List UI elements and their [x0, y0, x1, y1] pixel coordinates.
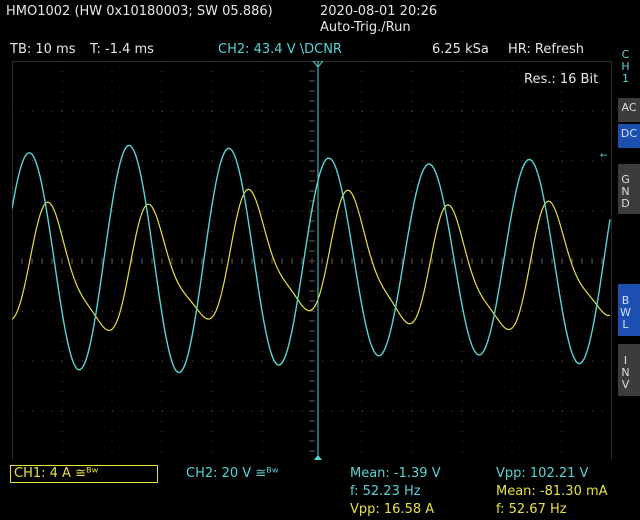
device-info: HMO1002 (HW 0x10180003; SW 05.886) [6, 4, 273, 19]
timebase[interactable]: TB: 10 ms [10, 42, 75, 57]
ch2-mean: Mean: -81.30 mA [496, 484, 608, 499]
coupling-dc-button[interactable]: DC [618, 124, 640, 148]
status-bar: TB: 10 ms T: -1.4 ms CH2: 43.4 V \DCNR 6… [0, 40, 612, 60]
sample-rate: 6.25 kSa [432, 42, 489, 57]
ch1-scale[interactable]: CH1: 4 A ≅ᴮʷ [14, 466, 98, 481]
acquisition-mode[interactable]: HR: Refresh [508, 42, 584, 57]
ch1-frequency: f: 52.23 Hz [350, 484, 421, 499]
coupling-ac-button[interactable]: AC [618, 98, 640, 122]
ch1-mean: Mean: -1.39 V [350, 466, 441, 481]
ch2-frequency: f: 52.67 Hz [496, 502, 567, 517]
coupling-gnd-button[interactable]: GND [618, 164, 640, 214]
trigger-level-marker[interactable]: ← [600, 151, 608, 161]
trigger-info[interactable]: CH2: 43.4 V \DCNR [218, 42, 342, 57]
trigger-time[interactable]: T: -1.4 ms [90, 42, 154, 57]
waveform-display[interactable]: Res.: 16 Bit → ← [12, 61, 612, 461]
trigger-mode: Auto-Trig./Run [320, 20, 411, 35]
top-bar: HMO1002 (HW 0x10180003; SW 05.886) 2020-… [0, 0, 640, 40]
ch2-scale[interactable]: CH2: 20 V ≅ᴮʷ [186, 466, 279, 481]
resolution-label: Res.: 16 Bit [524, 72, 598, 87]
date-time: 2020-08-01 20:26 [320, 4, 438, 19]
side-menu-channel: CH1 [619, 48, 632, 84]
ch1-vpp: Vpp: 16.58 A [350, 502, 435, 517]
bottom-bar: CH1: 4 A ≅ᴮʷ CH2: 20 V ≅ᴮʷ Mean: -1.39 V… [0, 460, 640, 520]
ch2-vpp: Vpp: 102.21 V [496, 466, 589, 481]
bwl-button[interactable]: BWL [618, 284, 640, 336]
invert-button[interactable]: INV [618, 344, 640, 396]
